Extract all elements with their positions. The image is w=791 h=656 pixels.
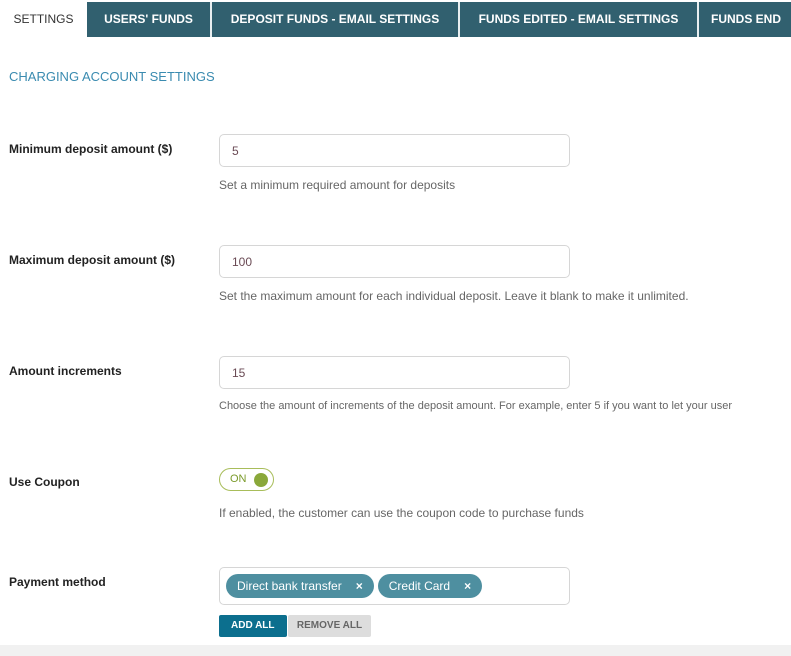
tab-funds-edited-email[interactable]: FUNDS EDITED - EMAIL SETTINGS (460, 2, 699, 37)
tab-users-funds[interactable]: USERS' FUNDS (87, 2, 212, 37)
coupon-label: Use Coupon (9, 475, 80, 489)
coupon-help: If enabled, the customer can use the cou… (219, 506, 584, 520)
tab-settings[interactable]: SETTINGS (0, 2, 87, 37)
remove-all-button[interactable]: REMOVE ALL (288, 615, 371, 637)
tab-funds-end[interactable]: FUNDS END (699, 2, 791, 37)
coupon-toggle[interactable]: ON (219, 468, 274, 491)
increments-input[interactable] (219, 356, 570, 389)
remove-chip-icon[interactable]: × (356, 574, 363, 598)
chip-direct-bank-transfer: Direct bank transfer × (226, 574, 374, 598)
chip-label: Direct bank transfer (237, 579, 342, 593)
max-deposit-input[interactable] (219, 245, 570, 278)
max-deposit-help: Set the maximum amount for each individu… (219, 289, 689, 303)
section-title: CHARGING ACCOUNT SETTINGS (9, 69, 215, 84)
remove-chip-icon[interactable]: × (464, 574, 471, 598)
tab-deposit-funds-email[interactable]: DEPOSIT FUNDS - EMAIL SETTINGS (212, 2, 460, 37)
payment-method-select[interactable]: Direct bank transfer × Credit Card × (219, 567, 570, 605)
toggle-state: ON (230, 473, 247, 485)
payment-label: Payment method (9, 575, 106, 589)
chip-credit-card: Credit Card × (377, 574, 483, 598)
tab-bar: SETTINGS USERS' FUNDS DEPOSIT FUNDS - EM… (0, 2, 791, 37)
chip-label: Credit Card (388, 579, 451, 593)
min-deposit-help: Set a minimum required amount for deposi… (219, 178, 456, 192)
toggle-knob (254, 473, 268, 487)
footer-bar (0, 645, 791, 656)
min-deposit-label: Minimum deposit amount ($) (9, 142, 173, 156)
increments-help: Choose the amount of increments of the d… (219, 400, 732, 412)
min-deposit-input[interactable] (219, 134, 570, 167)
max-deposit-label: Maximum deposit amount ($) (9, 253, 176, 267)
add-all-button[interactable]: ADD ALL (219, 615, 287, 637)
increments-label: Amount increments (9, 364, 122, 378)
